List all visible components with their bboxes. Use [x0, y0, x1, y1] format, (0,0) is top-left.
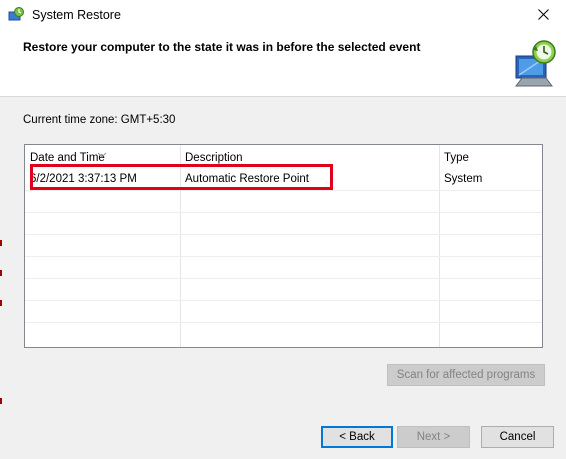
- close-icon: [537, 9, 549, 23]
- column-label: Description: [185, 152, 243, 164]
- window-title: System Restore: [32, 8, 121, 22]
- cell-description: Automatic Restore Point: [185, 173, 310, 185]
- cell-date-time: 6/2/2021 3:37:13 PM: [30, 173, 137, 185]
- row-divider: [25, 256, 542, 257]
- system-restore-icon: [8, 7, 24, 23]
- column-header: Date and Time Description Type: [25, 145, 542, 167]
- cell-type: System: [444, 173, 483, 185]
- column-divider: [542, 145, 543, 347]
- edge-artifact: [0, 240, 2, 246]
- column-type[interactable]: Type: [439, 145, 542, 167]
- wizard-header: Restore your computer to the state it wa…: [0, 32, 566, 97]
- row-divider: [25, 234, 542, 235]
- edge-artifact: [0, 300, 2, 306]
- back-button[interactable]: < Back: [321, 426, 393, 448]
- cancel-button[interactable]: Cancel: [481, 426, 554, 448]
- restore-computer-icon: [508, 36, 562, 90]
- row-divider: [25, 322, 542, 323]
- next-button[interactable]: Next >: [397, 426, 470, 448]
- edge-artifact: [0, 270, 2, 276]
- scan-affected-programs-button[interactable]: Scan for affected programs: [387, 364, 545, 386]
- column-description[interactable]: Description: [180, 145, 439, 167]
- title-bar: System Restore: [0, 0, 566, 32]
- row-divider: [25, 278, 542, 279]
- close-button[interactable]: [520, 0, 566, 32]
- table-row[interactable]: 6/2/2021 3:37:13 PM Automatic Restore Po…: [25, 168, 542, 190]
- column-date-time[interactable]: Date and Time: [25, 145, 180, 167]
- edge-artifact: [0, 398, 2, 404]
- row-divider: [25, 190, 542, 191]
- row-divider: [25, 300, 542, 301]
- sort-descending-icon: [97, 145, 107, 158]
- timezone-label: Current time zone: GMT+5:30: [23, 114, 176, 126]
- restore-points-list[interactable]: Date and Time Description Type 6/2/2021 …: [24, 144, 543, 348]
- column-label: Type: [444, 152, 469, 164]
- row-divider: [25, 212, 542, 213]
- column-label: Date and Time: [30, 152, 105, 164]
- page-heading: Restore your computer to the state it wa…: [23, 40, 421, 54]
